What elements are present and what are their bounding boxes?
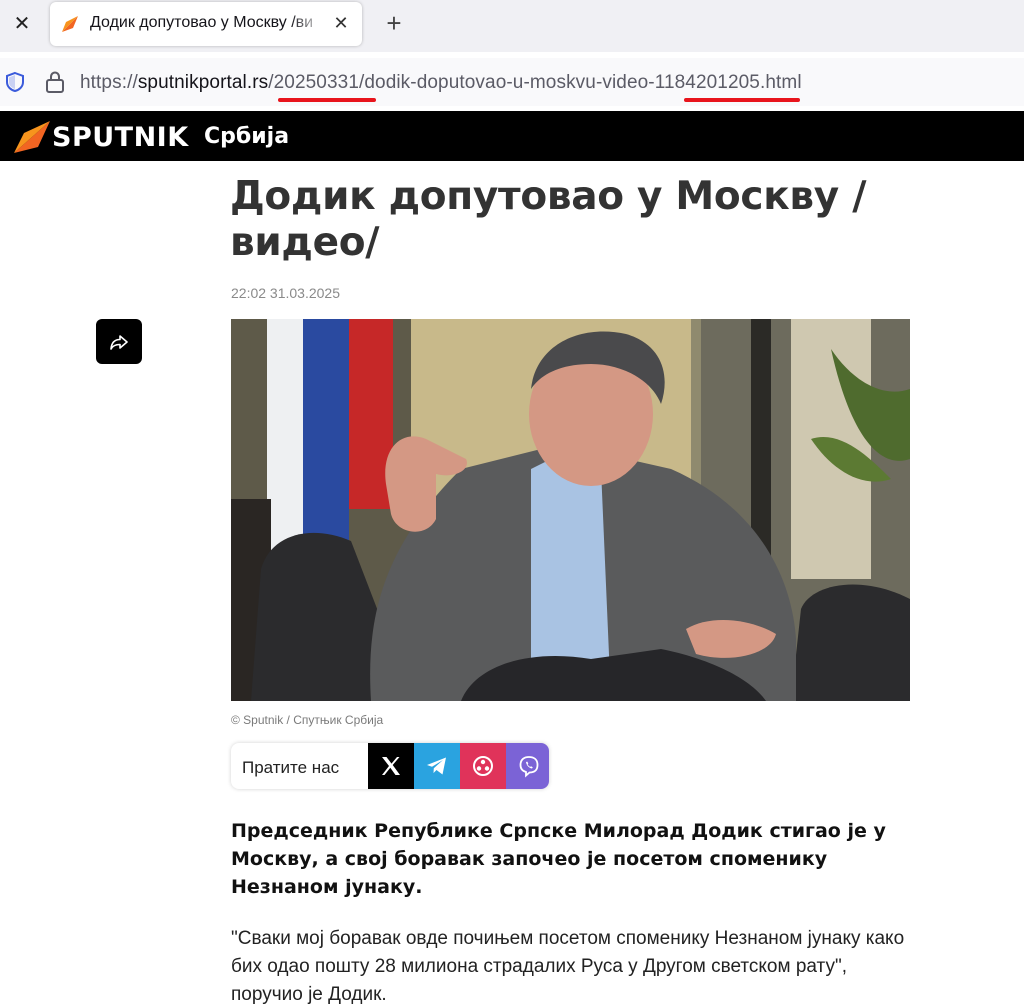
sputnik-logo-icon[interactable] xyxy=(12,119,52,155)
x-icon xyxy=(382,757,400,775)
browser-tab-strip: ✕ Додик допутовао у Москву /ви ✕ + xyxy=(0,0,1024,52)
url-path-date: /20250331 xyxy=(268,72,359,93)
vk-icon xyxy=(473,756,493,776)
browser-tab-active[interactable]: Додик допутовао у Москву /ви ✕ xyxy=(50,2,362,46)
site-header: SPUTNIK Србија xyxy=(0,111,1024,161)
photo-credit: © Sputnik / Спутњик Србија xyxy=(231,713,384,727)
article-headline: Додик допутовао у Москву /видео/ xyxy=(230,174,867,265)
red-underline-id xyxy=(684,98,800,102)
follow-us-label: Пратите нас xyxy=(242,758,340,777)
article-photo xyxy=(231,319,910,701)
telegram-icon xyxy=(427,757,446,775)
url-text[interactable]: https://sputnikportal.rs/20250331/dodik-… xyxy=(80,72,802,94)
close-window-icon[interactable]: ✕ xyxy=(8,10,36,38)
telegram-share-button[interactable] xyxy=(414,743,460,789)
x-share-button[interactable] xyxy=(368,743,414,789)
url-path-mid: /dodik-doputovao-u-moskvu-video- xyxy=(358,72,655,93)
article-body-paragraph: "Сваки мој боравак овде почињем посетом … xyxy=(231,928,905,1005)
follow-us-box: Пратите нас xyxy=(231,743,549,789)
vk-share-button[interactable] xyxy=(460,743,506,789)
article-lead: Председник Републике Српске Милорад Доди… xyxy=(231,820,886,898)
viber-share-button[interactable] xyxy=(506,743,549,789)
share-button[interactable] xyxy=(96,319,142,364)
new-tab-button[interactable]: + xyxy=(380,10,408,38)
site-edition[interactable]: Србија xyxy=(204,124,289,149)
site-logo-text[interactable]: SPUTNIK xyxy=(52,122,189,153)
sputnik-favicon-icon xyxy=(62,16,78,32)
share-arrow-icon xyxy=(110,335,128,350)
lock-icon[interactable] xyxy=(44,70,66,94)
viber-icon xyxy=(519,756,539,778)
url-scheme: https:// xyxy=(80,72,138,93)
url-path-id: 1184201205 xyxy=(654,72,760,93)
red-underline-date xyxy=(278,98,376,102)
tab-close-icon[interactable]: ✕ xyxy=(330,11,352,35)
shield-icon[interactable] xyxy=(4,71,26,93)
tab-title: Додик допутовао у Москву /ви xyxy=(90,14,314,31)
url-path-ext: .html xyxy=(759,72,802,93)
article-datetime: 22:02 31.03.2025 xyxy=(231,285,340,301)
address-bar[interactable]: https://sputnikportal.rs/20250331/dodik-… xyxy=(0,58,1024,106)
url-domain: sputnikportal.rs xyxy=(137,72,269,93)
